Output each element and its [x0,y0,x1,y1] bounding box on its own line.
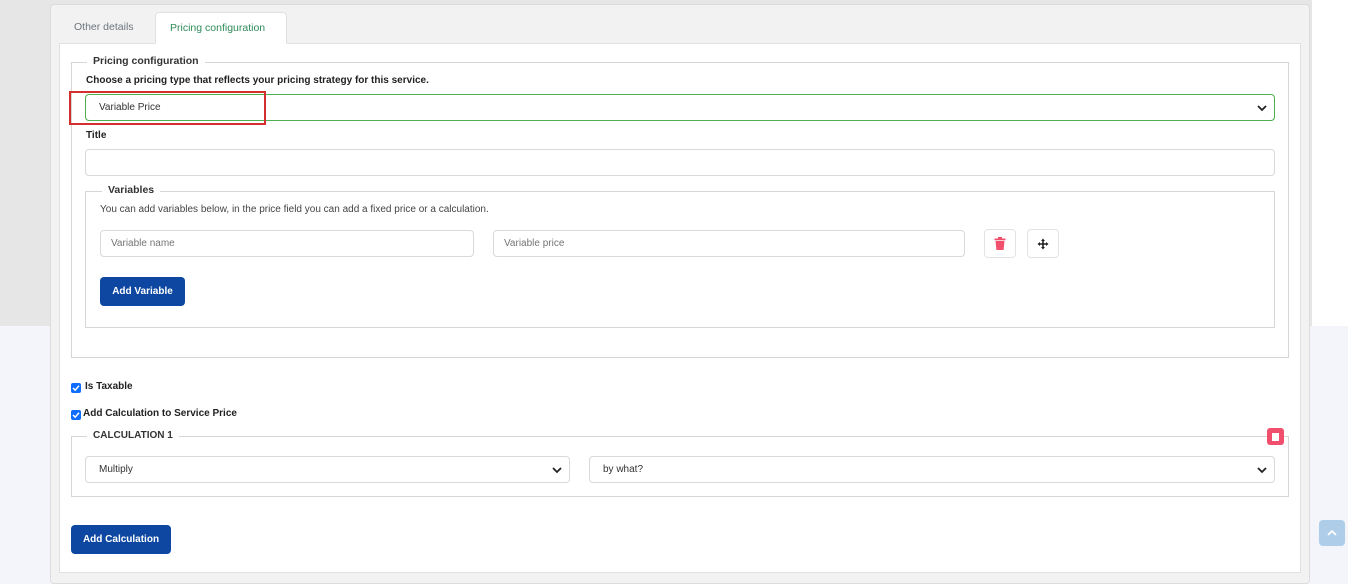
delete-calculation-button[interactable] [1267,428,1284,445]
variables-help: You can add variables below, in the pric… [100,204,489,215]
trash-icon [1272,432,1279,441]
tab-pricing-configuration[interactable]: Pricing configuration [155,12,287,44]
calculation-operand-value: by what? [603,464,644,475]
chevron-up-icon [1327,529,1337,536]
add-variable-button[interactable]: Add Variable [100,277,185,306]
title-input[interactable] [85,149,1275,176]
check-icon [72,412,80,419]
add-calculation-label: Add Calculation to Service Price [83,408,237,419]
delete-variable-button[interactable] [984,229,1016,258]
right-gutter [1312,0,1348,326]
check-icon [72,385,80,392]
is-taxable-checkbox[interactable] [71,383,81,393]
title-label: Title [86,130,107,141]
calculation-operation-select[interactable]: Multiply [85,456,570,483]
variable-price-input[interactable] [493,230,965,257]
is-taxable-label: Is Taxable [85,381,133,392]
add-calculation-button[interactable]: Add Calculation [71,525,171,554]
pricing-type-select[interactable]: Variable Price [85,94,1275,121]
chevron-down-icon [1257,105,1267,112]
variable-name-input[interactable] [100,230,474,257]
move-variable-button[interactable] [1027,229,1059,258]
move-arrows-icon [1037,238,1049,249]
pricing-type-help: Choose a pricing type that reflects your… [86,75,429,86]
calculation-operation-value: Multiply [99,464,133,475]
chevron-down-icon [1257,467,1267,474]
scroll-to-top-button[interactable] [1319,520,1345,546]
variables-legend: Variables [102,184,161,196]
calculation-operand-select[interactable]: by what? [589,456,1275,483]
trash-icon [994,237,1006,250]
tab-other-details[interactable]: Other details [60,12,156,44]
chevron-down-icon [552,467,562,474]
add-calculation-checkbox[interactable] [71,410,81,420]
calculation-legend: CALCULATION 1 [87,430,179,441]
pricing-type-value: Variable Price [99,102,161,113]
pricing-configuration-legend: Pricing configuration [87,55,205,67]
